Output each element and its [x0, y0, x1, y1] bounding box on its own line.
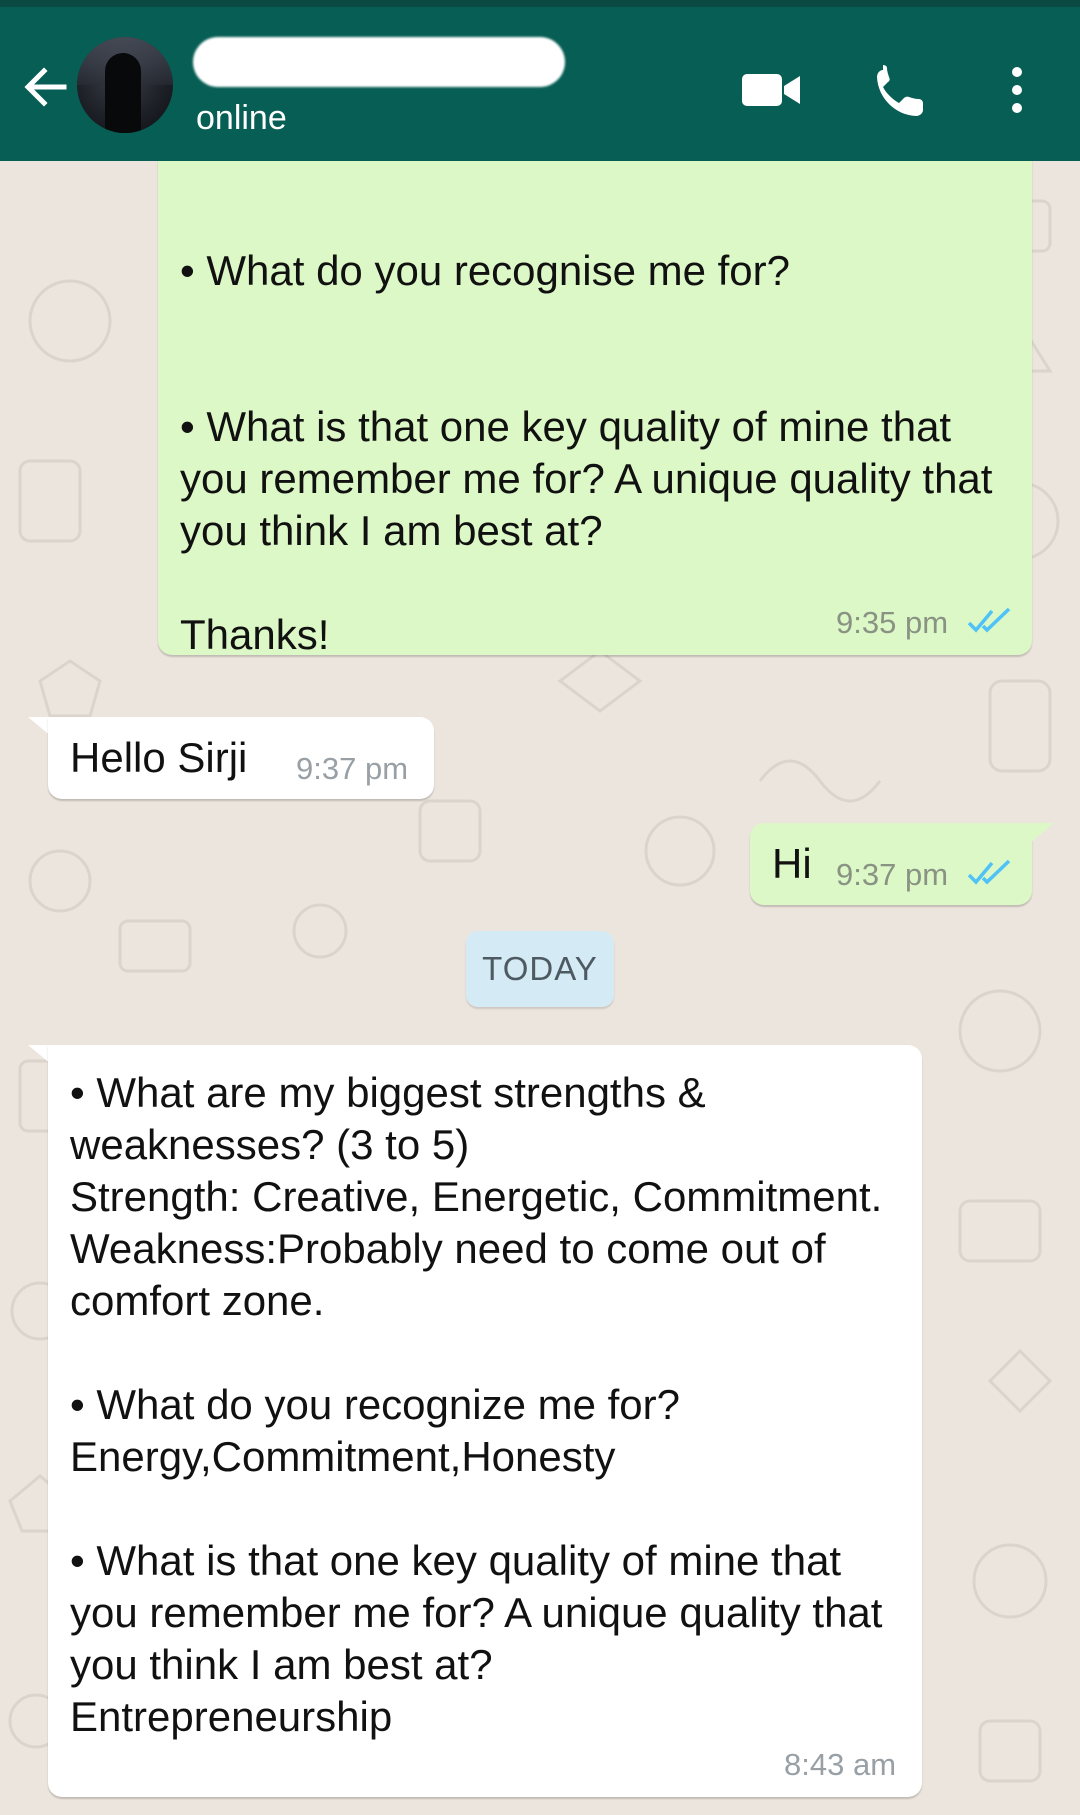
message-time: 8:43 am — [784, 1747, 897, 1782]
message-time: 9:37 pm — [296, 751, 409, 786]
contact-status: online — [196, 99, 287, 137]
back-arrow-icon[interactable] — [20, 62, 70, 112]
avatar[interactable] — [77, 37, 173, 133]
message-text: • What are my biggest strengths & weakne… — [70, 1069, 883, 1740]
message-text: Hi — [772, 840, 812, 887]
chat-header: online — [0, 7, 1080, 161]
more-vert-icon[interactable] — [1002, 62, 1032, 118]
read-ticks-icon — [967, 859, 1011, 885]
message-bubble-outgoing[interactable]: • What do you recognise me for? • What i… — [158, 161, 1032, 658]
contact-name-redacted[interactable] — [193, 37, 565, 87]
bubble-tail-outgoing — [1030, 823, 1054, 843]
message-list[interactable]: • What do you recognise me for? • What i… — [0, 161, 1080, 1815]
message-text: • What do you recognise me for? • What i… — [180, 247, 993, 658]
message-text: Hello Sirji — [70, 734, 248, 781]
message-time: 9:37 pm — [836, 857, 949, 892]
message-bubble-incoming[interactable]: • What are my biggest strengths & weakne… — [48, 1045, 922, 1797]
read-ticks-icon — [967, 607, 1011, 633]
message-bubble-outgoing[interactable]: Hi 9:37 pm — [750, 823, 1032, 905]
message-time: 9:35 pm — [836, 605, 949, 640]
phone-icon[interactable] — [872, 62, 928, 118]
video-call-icon[interactable] — [740, 62, 802, 118]
status-bar — [0, 0, 1080, 7]
message-bubble-incoming[interactable]: Hello Sirji 9:37 pm — [48, 717, 434, 799]
date-divider: TODAY — [466, 931, 614, 1007]
